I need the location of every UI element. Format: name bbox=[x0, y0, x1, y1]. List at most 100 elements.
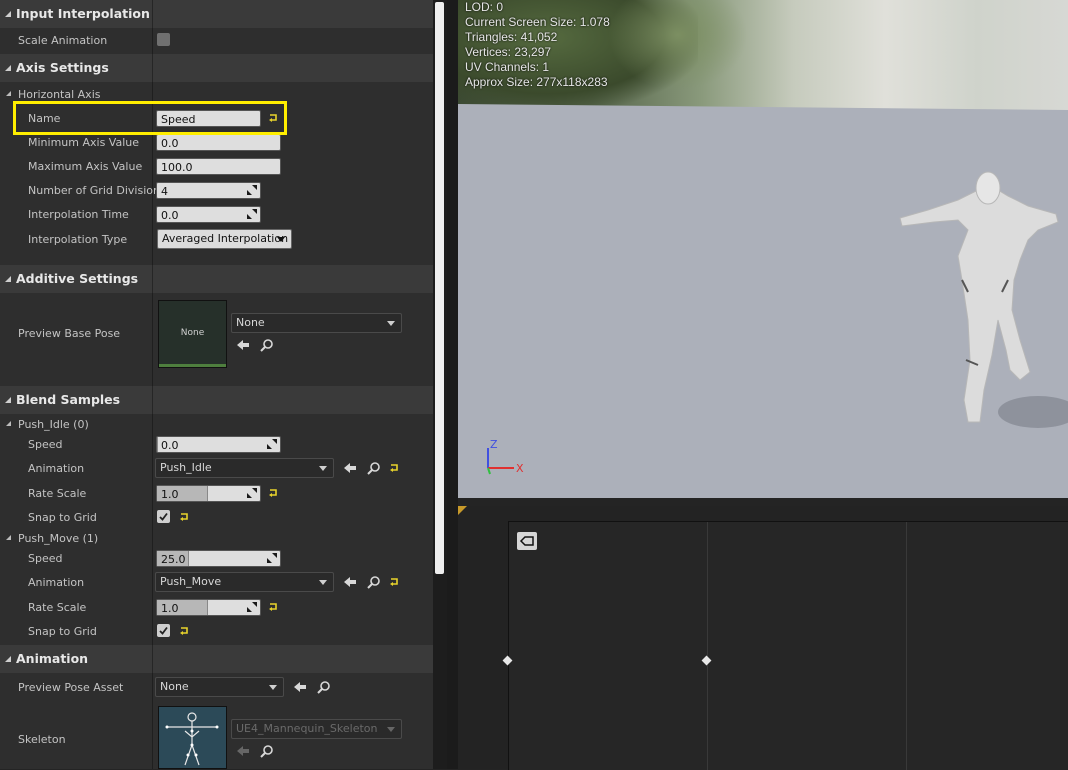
collapse-arrow-icon[interactable] bbox=[5, 397, 11, 403]
axis-gizmo-icon: Z X bbox=[487, 438, 524, 475]
grid-line bbox=[707, 522, 708, 770]
grid-line bbox=[906, 522, 907, 770]
preview-pose-asset-value: None bbox=[160, 680, 189, 693]
reset-to-default-icon[interactable] bbox=[268, 602, 278, 612]
chevron-down-icon bbox=[387, 321, 395, 326]
scale-animation-checkbox[interactable] bbox=[157, 33, 170, 46]
grid-divisions-label: Number of Grid Divisions bbox=[28, 184, 166, 197]
skeleton-figure-icon bbox=[165, 712, 219, 766]
reset-to-default-icon[interactable] bbox=[268, 488, 278, 498]
sample-rate-scale-input[interactable]: 1.0 bbox=[156, 485, 261, 502]
collapse-arrow-icon[interactable] bbox=[5, 11, 11, 17]
preview-base-pose-thumbnail[interactable]: None bbox=[158, 300, 227, 368]
sample-animation-label: Animation bbox=[28, 462, 85, 475]
skeleton-label: Skeleton bbox=[18, 733, 66, 746]
panel-corner-marker bbox=[458, 506, 467, 515]
blend-space-grid[interactable] bbox=[508, 521, 1068, 770]
axis-label-x: X bbox=[516, 462, 524, 475]
sample-speed-input[interactable]: 0.0 bbox=[156, 436, 281, 453]
sample-rate-scale-value: 1.0 bbox=[161, 602, 179, 615]
sample-animation-label: Animation bbox=[28, 576, 85, 589]
category-blend-samples[interactable]: Blend Samples bbox=[0, 386, 433, 414]
category-axis-settings[interactable]: Axis Settings bbox=[0, 54, 433, 82]
sample-speed-input[interactable]: 25.0 bbox=[156, 550, 281, 567]
skeleton-thumbnail[interactable] bbox=[158, 706, 227, 769]
spin-drag-icon[interactable] bbox=[247, 602, 257, 612]
preview-base-pose-dropdown[interactable]: None bbox=[231, 313, 402, 333]
spin-drag-icon[interactable] bbox=[247, 488, 257, 498]
browse-search-icon[interactable] bbox=[367, 575, 381, 589]
snap-to-grid-checkbox[interactable] bbox=[157, 510, 170, 523]
spin-drag-icon[interactable] bbox=[267, 553, 277, 563]
chevron-down-icon bbox=[319, 580, 327, 585]
reset-to-default-icon[interactable] bbox=[389, 577, 399, 587]
sample-speed-label: Speed bbox=[28, 552, 63, 565]
sample-rate-scale-input[interactable]: 1.0 bbox=[156, 599, 261, 616]
grid-divisions-input[interactable]: 4 bbox=[156, 182, 261, 199]
sample-animation-dropdown[interactable]: Push_Idle bbox=[155, 458, 334, 478]
skeleton-value: UE4_Mannequin_Skeleton bbox=[236, 722, 378, 735]
category-input-interpolation[interactable]: Input Interpolation bbox=[0, 0, 433, 28]
reset-to-default-icon[interactable] bbox=[389, 463, 399, 473]
browse-search-icon[interactable] bbox=[260, 338, 274, 352]
category-title: Axis Settings bbox=[16, 60, 109, 75]
category-animation[interactable]: Animation bbox=[0, 645, 433, 673]
scale-animation-label: Scale Animation bbox=[18, 34, 108, 47]
details-panel: Input Interpolation Scale Animation Axis… bbox=[0, 0, 447, 769]
use-selected-arrow-icon[interactable] bbox=[293, 680, 307, 694]
chevron-down-icon bbox=[319, 466, 327, 471]
use-selected-arrow-icon[interactable] bbox=[343, 575, 357, 589]
stat-uv-channels: UV Channels: 1 bbox=[465, 60, 550, 74]
sample-rate-scale-label: Rate Scale bbox=[28, 601, 87, 614]
expand-arrow-icon[interactable] bbox=[6, 421, 11, 426]
sample-animation-value: Push_Idle bbox=[160, 461, 212, 474]
category-additive-settings[interactable]: Additive Settings bbox=[0, 265, 433, 293]
blend-space-editor[interactable] bbox=[458, 506, 1068, 770]
spin-drag-icon[interactable] bbox=[247, 209, 257, 219]
collapse-arrow-icon[interactable] bbox=[5, 656, 11, 662]
expand-arrow-icon[interactable] bbox=[6, 91, 11, 96]
sample-speed-label: Speed bbox=[28, 438, 63, 451]
max-axis-value-input[interactable]: 100.0 bbox=[156, 158, 281, 175]
toggle-labels-icon[interactable] bbox=[517, 532, 537, 550]
sample-animation-value: Push_Move bbox=[160, 575, 222, 588]
chevron-down-icon bbox=[269, 685, 277, 690]
category-title: Additive Settings bbox=[16, 271, 139, 286]
reset-to-default-icon[interactable] bbox=[179, 512, 189, 522]
stat-screen-size: Current Screen Size: 1.078 bbox=[465, 15, 610, 29]
reset-to-default-icon[interactable] bbox=[179, 626, 189, 636]
sample-speed-value: 25.0 bbox=[161, 553, 186, 566]
axis-label-z: Z bbox=[490, 438, 498, 451]
min-axis-value-input[interactable]: 0.0 bbox=[156, 134, 281, 151]
sample-animation-dropdown[interactable]: Push_Move bbox=[155, 572, 334, 592]
preview-base-pose-value: None bbox=[236, 316, 265, 329]
browse-search-icon[interactable] bbox=[317, 680, 331, 694]
min-axis-value-label: Minimum Axis Value bbox=[28, 136, 139, 149]
sample-rate-scale-value: 1.0 bbox=[161, 488, 179, 501]
skeleton-dropdown: UE4_Mannequin_Skeleton bbox=[231, 719, 402, 739]
details-scrollbar[interactable] bbox=[433, 0, 447, 769]
spin-drag-icon[interactable] bbox=[247, 185, 257, 195]
snap-to-grid-checkbox[interactable] bbox=[157, 624, 170, 637]
sample-snap-label: Snap to Grid bbox=[28, 625, 97, 638]
browse-search-icon[interactable] bbox=[367, 461, 381, 475]
panel-separator bbox=[447, 0, 458, 769]
use-selected-arrow-icon[interactable] bbox=[236, 338, 250, 352]
collapse-arrow-icon[interactable] bbox=[5, 65, 11, 71]
sample-snap-label: Snap to Grid bbox=[28, 511, 97, 524]
expand-arrow-icon[interactable] bbox=[6, 535, 11, 540]
scrollbar-thumb[interactable] bbox=[435, 2, 444, 574]
stat-triangles: Triangles: 41,052 bbox=[465, 30, 558, 44]
spin-drag-icon[interactable] bbox=[267, 439, 277, 449]
preview-pose-asset-dropdown[interactable]: None bbox=[155, 677, 284, 697]
chevron-down-icon bbox=[387, 727, 395, 732]
collapse-arrow-icon[interactable] bbox=[5, 276, 11, 282]
interpolation-time-input[interactable]: 0.0 bbox=[156, 206, 261, 223]
browse-search-icon[interactable] bbox=[260, 744, 274, 758]
preview-viewport[interactable]: LOD: 0 Current Screen Size: 1.078 Triang… bbox=[458, 0, 1068, 498]
horizontal-axis-label: Horizontal Axis bbox=[18, 88, 101, 101]
use-selected-arrow-icon[interactable] bbox=[343, 461, 357, 475]
interpolation-time-label: Interpolation Time bbox=[28, 208, 129, 221]
mannequin-model bbox=[899, 171, 1068, 428]
interpolation-type-dropdown[interactable]: Averaged Interpolation bbox=[157, 229, 292, 249]
